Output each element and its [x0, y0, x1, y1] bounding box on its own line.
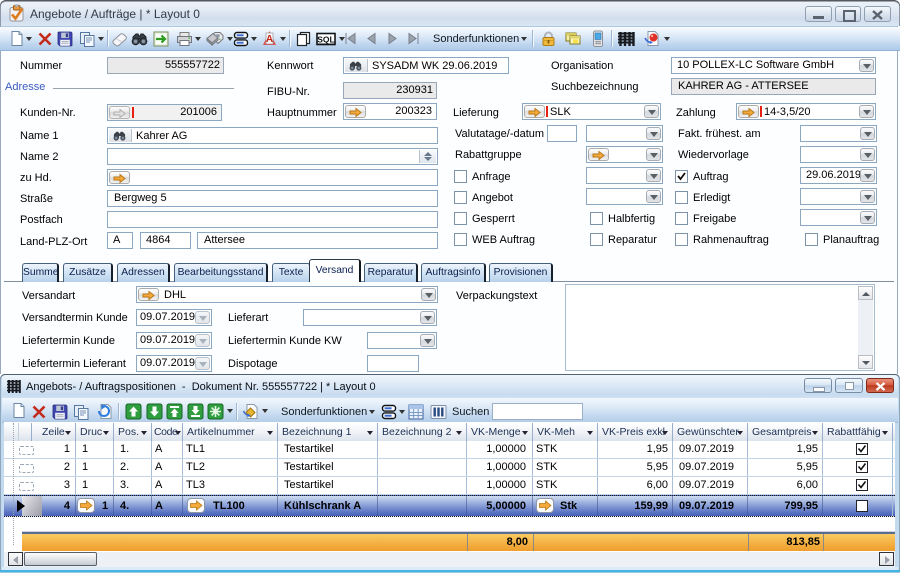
svg-text:SQL: SQL: [317, 35, 334, 45]
svg-text:A: A: [266, 34, 273, 45]
